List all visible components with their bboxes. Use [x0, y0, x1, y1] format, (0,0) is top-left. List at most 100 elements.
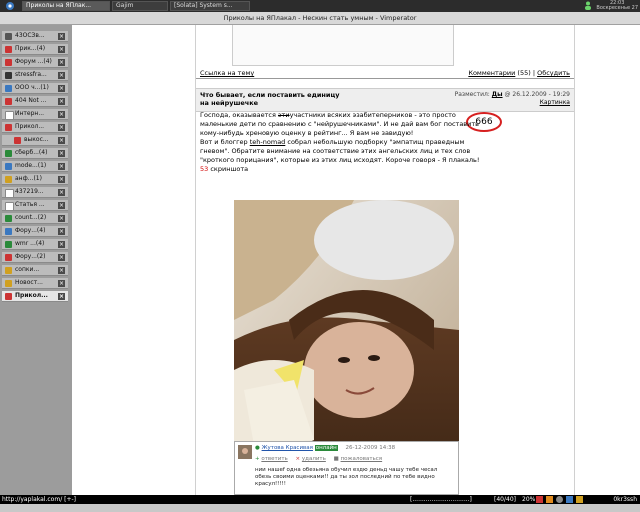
favicon-icon — [5, 72, 12, 79]
tab-item[interactable]: Фору...(4) × — [2, 226, 68, 237]
tab-item[interactable]: stressfra... × — [2, 70, 68, 81]
favicon-icon — [5, 124, 12, 131]
tab-item[interactable]: Прик...(4) × — [2, 44, 68, 55]
window-title: Приколы на ЯПлакал - Нескин стать умным … — [223, 14, 417, 22]
favicon-icon — [5, 267, 12, 274]
post-body: Господа, оказывается этиучастники всяких… — [200, 111, 490, 174]
post-text-part: Господа, оказывается — [200, 111, 278, 119]
topic-link[interactable]: Ссылка на тему — [200, 69, 254, 77]
task-label: Приколы на ЯПлак... — [26, 2, 92, 9]
close-icon[interactable]: × — [58, 33, 65, 40]
tab-item[interactable]: сопки... × — [2, 265, 68, 276]
tab-item[interactable]: Статья ... × — [2, 200, 68, 211]
close-icon[interactable]: × — [58, 111, 65, 118]
screens-label: скриншота — [208, 165, 249, 173]
tab-label: mode...(1) — [15, 162, 47, 169]
tab-item[interactable]: 43ОСЗв... × — [2, 31, 68, 42]
tab-item[interactable]: Новост... × — [2, 278, 68, 289]
comments-link[interactable]: Комментарии — [468, 69, 515, 77]
close-icon[interactable]: × — [58, 98, 65, 105]
close-icon[interactable]: × — [58, 85, 65, 92]
tab-item[interactable]: wmr ...(4) × — [2, 239, 68, 250]
close-icon[interactable]: × — [58, 293, 65, 300]
reply-link[interactable]: ответить — [261, 456, 287, 462]
favicon-icon — [5, 254, 12, 261]
caption-date: 26-12-2009 14:38 — [345, 445, 396, 451]
adblock-icon[interactable] — [536, 496, 543, 503]
tab-item[interactable]: 404 Not ... × — [2, 96, 68, 107]
close-icon[interactable]: × — [58, 228, 65, 235]
tab-item[interactable]: сберб...(4) × — [2, 148, 68, 159]
caption-user[interactable]: Жутова Красивая — [262, 445, 313, 451]
plus-icon: + — [255, 456, 260, 462]
close-icon[interactable]: × — [58, 176, 65, 183]
post-author[interactable]: Ды — [492, 91, 503, 98]
favicon-icon — [5, 176, 12, 183]
tab-label: count...(2) — [15, 214, 47, 221]
status-icons — [536, 496, 583, 503]
task-label: Gajim — [116, 2, 134, 9]
close-icon[interactable]: × — [58, 124, 65, 131]
shield-icon[interactable] — [566, 496, 573, 503]
close-icon[interactable]: × — [58, 72, 65, 79]
tab-label: 404 Not ... — [15, 97, 47, 104]
tab-label: ООО ч...(1) — [15, 84, 49, 91]
menu-icon[interactable] — [2, 1, 18, 11]
close-icon[interactable]: × — [58, 267, 65, 274]
tab-item-active[interactable]: Прикол... × — [2, 291, 68, 302]
close-icon[interactable]: × — [58, 189, 65, 196]
close-icon[interactable]: × — [58, 280, 65, 287]
comments-count: (55) — [517, 69, 531, 77]
gear-icon[interactable] — [556, 496, 563, 503]
favicon-icon — [5, 150, 12, 157]
online-icon: ● — [255, 445, 260, 451]
delete-link[interactable]: удалить — [302, 456, 326, 462]
close-icon[interactable]: × — [58, 59, 65, 66]
close-icon[interactable]: × — [58, 215, 65, 222]
post-text-strike: эти — [277, 111, 290, 119]
close-icon[interactable]: × — [58, 46, 65, 53]
close-icon[interactable]: × — [58, 241, 65, 248]
tab-item[interactable]: Прикол... × — [2, 122, 68, 133]
close-icon[interactable]: × — [58, 137, 65, 144]
photo-caption: ● Жутова Красивая онлайн 26-12-2009 14:3… — [234, 441, 459, 495]
tab-item[interactable]: выкос... × — [2, 135, 68, 146]
post-title[interactable]: Что бывает, если поставить единицу на не… — [200, 91, 350, 107]
tab-label: stressfra... — [15, 71, 47, 78]
tab-sidebar: 43ОСЗв... × Прик...(4) × Форум ...(4) × str… — [0, 25, 72, 495]
tab-item[interactable]: Фору...(2) × — [2, 252, 68, 263]
taskbar-task-browser[interactable]: Приколы на ЯПлак... — [22, 1, 110, 11]
taskbar-task-gajim[interactable]: Gajim — [112, 1, 168, 11]
scroll-percent: 20% — [522, 496, 536, 503]
tab-item[interactable]: анф...(1) × — [2, 174, 68, 185]
caption-actions: + ответить × удалить ■ пожаловаться — [255, 456, 382, 462]
close-icon[interactable]: × — [58, 254, 65, 261]
tab-item[interactable]: ООО ч...(1) × — [2, 83, 68, 94]
taskbar-task-terminal[interactable]: [Solata] System s... — [170, 1, 250, 11]
favicon-icon — [5, 111, 14, 119]
previous-post-image — [232, 25, 454, 66]
discuss-link[interactable]: Обсудить — [537, 69, 570, 77]
tab-item[interactable]: mode...(1) × — [2, 161, 68, 172]
report-link[interactable]: пожаловаться — [341, 456, 383, 462]
tab-item[interactable]: 437219... × — [2, 187, 68, 198]
tab-item[interactable]: Интерн... × — [2, 109, 68, 120]
close-icon[interactable]: × — [58, 202, 65, 209]
system-tray: 22:03 Воскресенье 27 — [584, 0, 638, 12]
tab-label: Форум ...(4) — [15, 58, 52, 65]
close-icon[interactable]: × — [58, 150, 65, 157]
speed-readout: 0kr3ssh — [613, 496, 637, 503]
avatar[interactable] — [238, 445, 252, 459]
blogger-link[interactable]: teh-nomad — [250, 138, 286, 146]
person-icon[interactable] — [584, 1, 592, 12]
close-icon[interactable]: × — [58, 163, 65, 170]
picture-link[interactable]: Картинка — [540, 99, 570, 106]
tab-item[interactable]: count...(2) × — [2, 213, 68, 224]
feed-icon[interactable] — [546, 496, 553, 503]
tab-label: wmr ...(4) — [15, 240, 45, 247]
tab-label: Интерн... — [15, 110, 45, 117]
favicon-icon — [5, 228, 12, 235]
clock[interactable]: 22:03 Воскресенье 27 — [596, 1, 638, 11]
tab-item[interactable]: Форум ...(4) × — [2, 57, 68, 68]
lock-icon[interactable] — [576, 496, 583, 503]
